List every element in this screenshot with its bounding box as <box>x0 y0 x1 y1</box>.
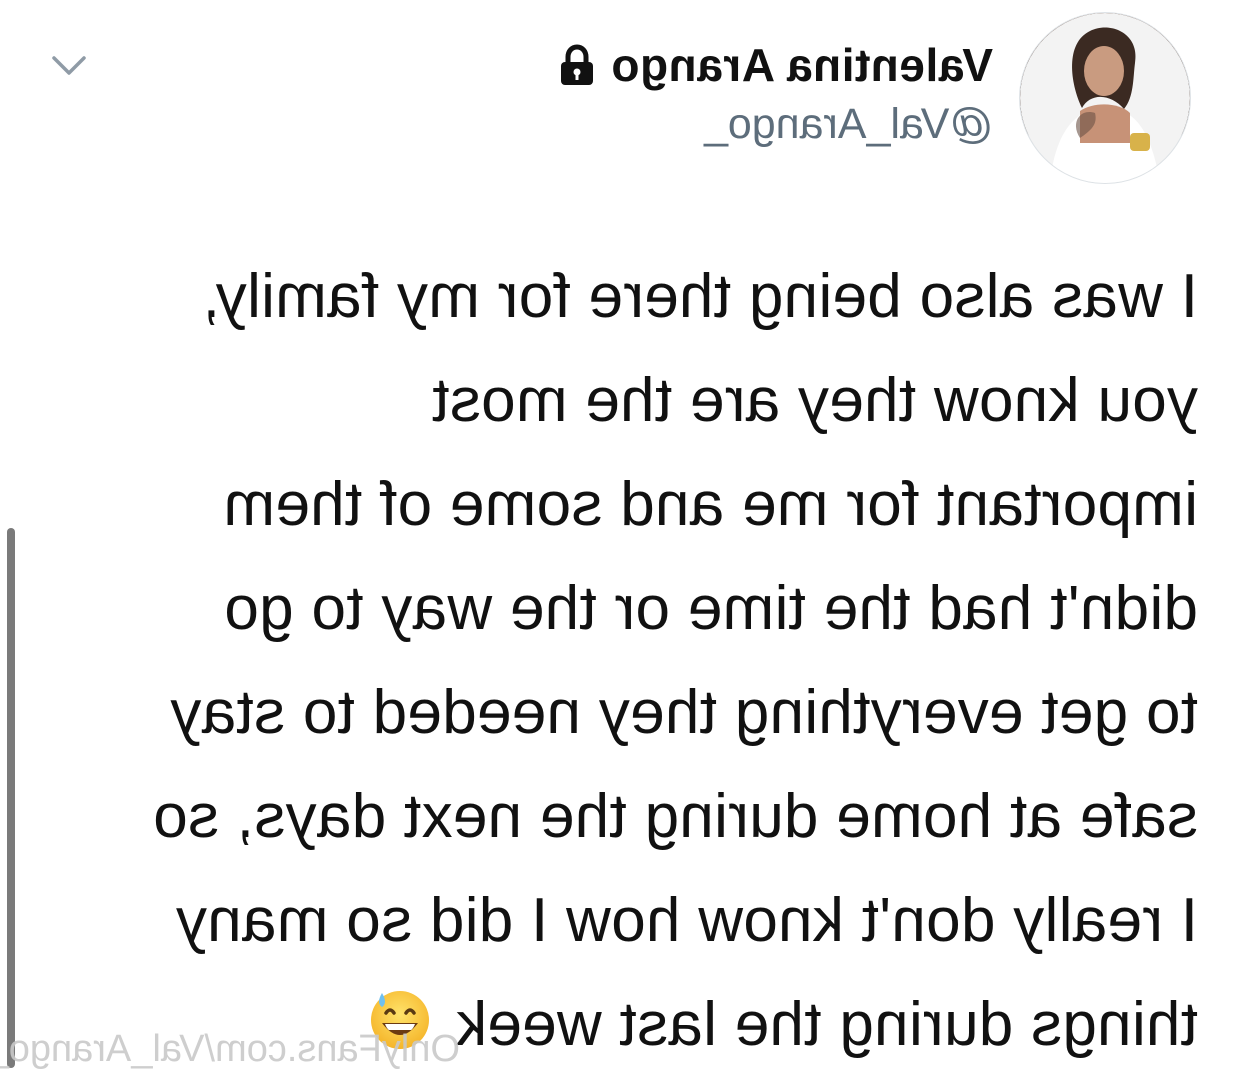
tweet-line: things during the last week <box>455 990 1198 1059</box>
chevron-down-icon[interactable] <box>51 48 87 84</box>
tweet-line: you know they are the most <box>432 366 1198 435</box>
avatar-image <box>1020 13 1190 183</box>
tweet-text: I was also being there for my family, yo… <box>48 245 1198 1077</box>
tweet-line: I was also being there for my family, <box>202 262 1198 331</box>
tweet-line: safe at home during the next days, so <box>152 782 1198 851</box>
display-name[interactable]: Valentina Arango <box>611 38 993 92</box>
tweet-line: important for me and some of them <box>223 470 1198 539</box>
user-info: Valentina Arango @Val_Arango_ <box>473 30 993 149</box>
lock-icon <box>560 44 593 85</box>
tweet-line: to get everything they needed to stay <box>170 678 1198 747</box>
mirrored-screenshot: Valentina Arango @Val_Arango_ I was also… <box>0 0 1245 1080</box>
avatar[interactable] <box>1019 12 1191 184</box>
scrollbar[interactable] <box>7 528 15 1068</box>
watermark-text: OnlyFans.com/Val_Arango_ <box>0 1028 460 1070</box>
tweet-line: I really don't know how I did so many <box>175 886 1198 955</box>
tweet-line: didn't had the time or the way to go <box>224 574 1198 643</box>
user-handle[interactable]: @Val_Arango_ <box>473 100 993 149</box>
